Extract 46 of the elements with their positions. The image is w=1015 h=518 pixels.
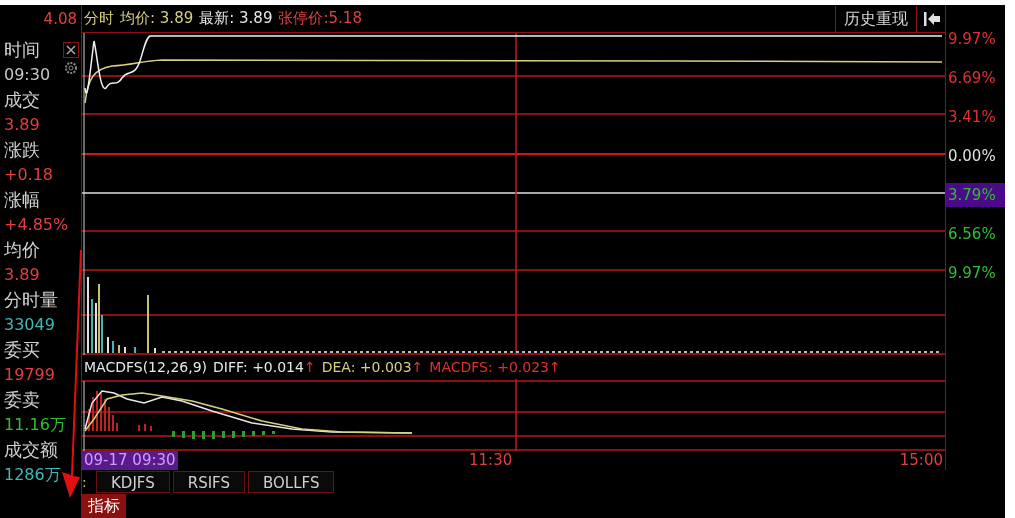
history-replay-button[interactable]: 历史重现 bbox=[835, 5, 917, 32]
time-label: 15:00 bbox=[899, 450, 943, 472]
cursor-time-label: 09-17 09:30 bbox=[82, 451, 178, 470]
price-high-label: 4.08 bbox=[43, 11, 77, 27]
stat-value: 1286万 bbox=[3, 464, 61, 486]
indicator-name: MACDFS(12,26,9) bbox=[84, 357, 208, 377]
settings-icon[interactable] bbox=[63, 60, 79, 76]
chart-title: 分时 bbox=[84, 8, 114, 30]
average-price-label: 均价: 3.89 bbox=[120, 8, 194, 30]
stat-value: +4.85% bbox=[3, 214, 69, 236]
stat-label: 委买 bbox=[3, 338, 40, 362]
stat-label: 委卖 bbox=[3, 388, 40, 412]
stat-value: 33049 bbox=[3, 314, 55, 336]
axis-tick-label: 6.69% bbox=[948, 68, 996, 87]
latest-price-label: 最新: 3.89 bbox=[199, 8, 273, 30]
stat-value: 11.16万 bbox=[3, 414, 66, 436]
dea-value: DEA: +0.003↑ bbox=[321, 357, 424, 377]
axis-tick-label: 3.79% bbox=[948, 185, 996, 204]
stat-label: 时间 bbox=[3, 38, 40, 62]
stat-value: 3.89 bbox=[3, 264, 40, 286]
stat-label: 均价 bbox=[3, 238, 40, 262]
stat-label: 成交额 bbox=[3, 438, 58, 462]
stat-label: 涨跌 bbox=[3, 138, 40, 162]
stat-value: 09:30 bbox=[3, 64, 51, 86]
indicator-tab[interactable]: RSIFS bbox=[172, 471, 245, 493]
limit-up-price: 张停价:5.18 bbox=[278, 8, 362, 30]
stat-value: 3.89 bbox=[3, 114, 40, 136]
stat-label: 成交 bbox=[3, 88, 40, 112]
indicator-tab[interactable]: KDJFS bbox=[96, 471, 170, 493]
collapse-arrow-icon[interactable] bbox=[923, 10, 941, 27]
stat-value: 19799 bbox=[3, 364, 55, 386]
axis-tick-label: 0.00% bbox=[948, 146, 996, 165]
separator-mark: : bbox=[82, 472, 88, 492]
stat-label: 涨幅 bbox=[3, 188, 40, 212]
panel-tab[interactable]: 指标 bbox=[82, 494, 126, 518]
axis-tick-label: 9.97% bbox=[948, 29, 996, 48]
indicator-tab[interactable]: BOLLFS bbox=[247, 471, 335, 493]
diff-value: DIFF: +0.014↑ bbox=[213, 357, 316, 377]
macd-value: MACDFS: +0.023↑ bbox=[429, 357, 561, 377]
stat-value: +0.18 bbox=[3, 164, 54, 186]
close-icon[interactable] bbox=[63, 42, 79, 58]
axis-tick-label: 9.97% bbox=[948, 263, 996, 282]
time-label: 11:30 bbox=[469, 450, 513, 472]
axis-tick-label: 6.56% bbox=[948, 224, 996, 243]
axis-tick-label: 3.41% bbox=[948, 107, 996, 126]
stat-label: 分时量 bbox=[3, 288, 58, 312]
